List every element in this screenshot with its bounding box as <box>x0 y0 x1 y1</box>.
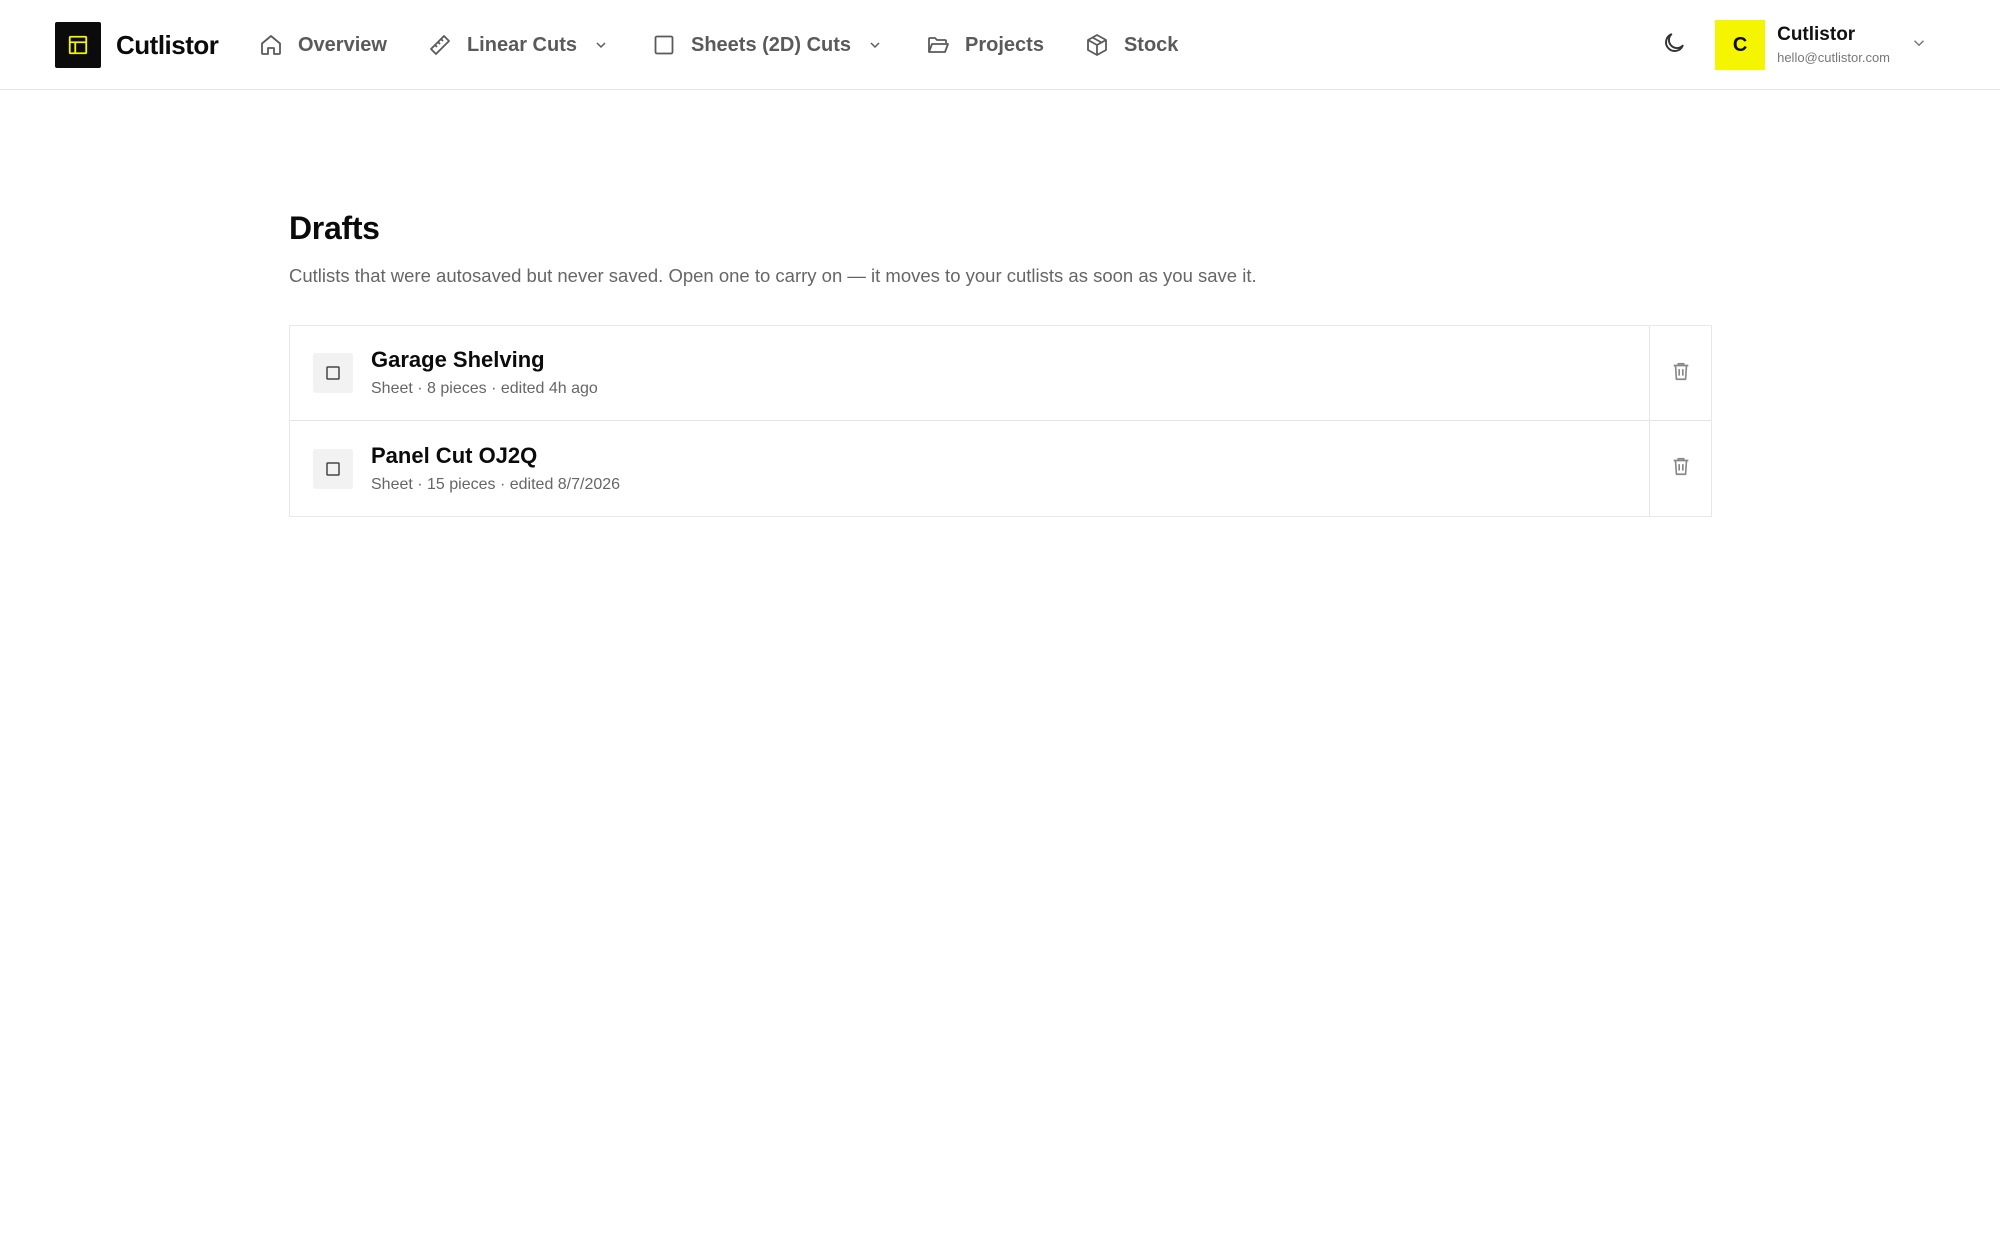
user-info[interactable]: Cutlistor hello@cutlistor.com <box>1777 23 1890 67</box>
nav-item-sheets-cuts[interactable]: Sheets (2D) Cuts <box>651 22 885 68</box>
user-email: hello@cutlistor.com <box>1777 50 1890 65</box>
draft-meta: Sheet · 8 pieces · edited 4h ago <box>371 380 598 397</box>
moon-icon <box>1661 30 1687 61</box>
trash-icon <box>1670 455 1692 482</box>
nav-item-label: Overview <box>298 33 387 56</box>
layout-panel-icon <box>55 22 101 68</box>
nav-item-label: Linear Cuts <box>466 33 577 56</box>
delete-draft-button[interactable] <box>1649 326 1711 420</box>
draft-text: Panel Cut OJ2Q Sheet · 15 pieces · edite… <box>371 442 620 496</box>
trash-icon <box>1670 360 1692 387</box>
square-icon <box>313 448 353 489</box>
nav-item-overview[interactable]: Overview <box>258 22 387 68</box>
brand[interactable]: Cutlistor <box>55 22 219 68</box>
folder-open-icon <box>925 32 951 58</box>
draft-name: Garage Shelving <box>371 347 545 372</box>
nav-item-label: Projects <box>965 33 1044 56</box>
brand-name: Cutlistor <box>116 29 219 60</box>
package-icon <box>1084 32 1110 58</box>
open-draft-button[interactable]: Garage Shelving Sheet · 8 pieces · edite… <box>290 326 1649 420</box>
delete-draft-button[interactable] <box>1649 421 1711 516</box>
open-draft-button[interactable]: Panel Cut OJ2Q Sheet · 15 pieces · edite… <box>290 421 1649 516</box>
drafts-list: Garage Shelving Sheet · 8 pieces · edite… <box>289 325 1712 517</box>
user-area: C Cutlistor hello@cutlistor.com <box>1657 20 1930 70</box>
theme-toggle-button[interactable] <box>1657 28 1691 62</box>
chevron-down-icon <box>591 35 611 55</box>
draft-meta: Sheet · 15 pieces · edited 8/7/2026 <box>371 475 621 493</box>
user-menu-button[interactable] <box>1908 34 1930 56</box>
list-item: Panel Cut OJ2Q Sheet · 15 pieces · edite… <box>290 421 1711 516</box>
page-title: Drafts <box>289 210 380 246</box>
nav-item-label: Stock <box>1123 33 1179 56</box>
square-icon <box>651 32 677 58</box>
avatar[interactable]: C <box>1715 20 1766 70</box>
ruler-icon <box>427 32 453 58</box>
top-navigation-bar: Cutlistor Overview Linear Cuts Sheets (2… <box>0 0 2000 90</box>
home-icon <box>258 32 284 58</box>
nav-item-linear-cuts[interactable]: Linear Cuts <box>427 22 611 68</box>
drafts-page: Drafts Cutlists that were autosaved but … <box>289 205 1712 517</box>
list-item: Garage Shelving Sheet · 8 pieces · edite… <box>290 326 1711 421</box>
draft-text: Garage Shelving Sheet · 8 pieces · edite… <box>371 346 598 400</box>
chevron-down-icon <box>1910 34 1928 57</box>
nav-item-label: Sheets (2D) Cuts <box>690 33 852 56</box>
square-icon <box>313 353 353 393</box>
page-description: Cutlists that were autosaved but never s… <box>289 265 1257 286</box>
chevron-down-icon <box>865 35 885 55</box>
draft-name: Panel Cut OJ2Q <box>371 442 538 468</box>
nav-item-projects[interactable]: Projects <box>925 22 1044 68</box>
main-nav: Overview Linear Cuts Sheets (2D) Cuts Pr… <box>258 22 1218 68</box>
nav-item-stock[interactable]: Stock <box>1084 22 1178 68</box>
user-name: Cutlistor <box>1777 24 1856 45</box>
